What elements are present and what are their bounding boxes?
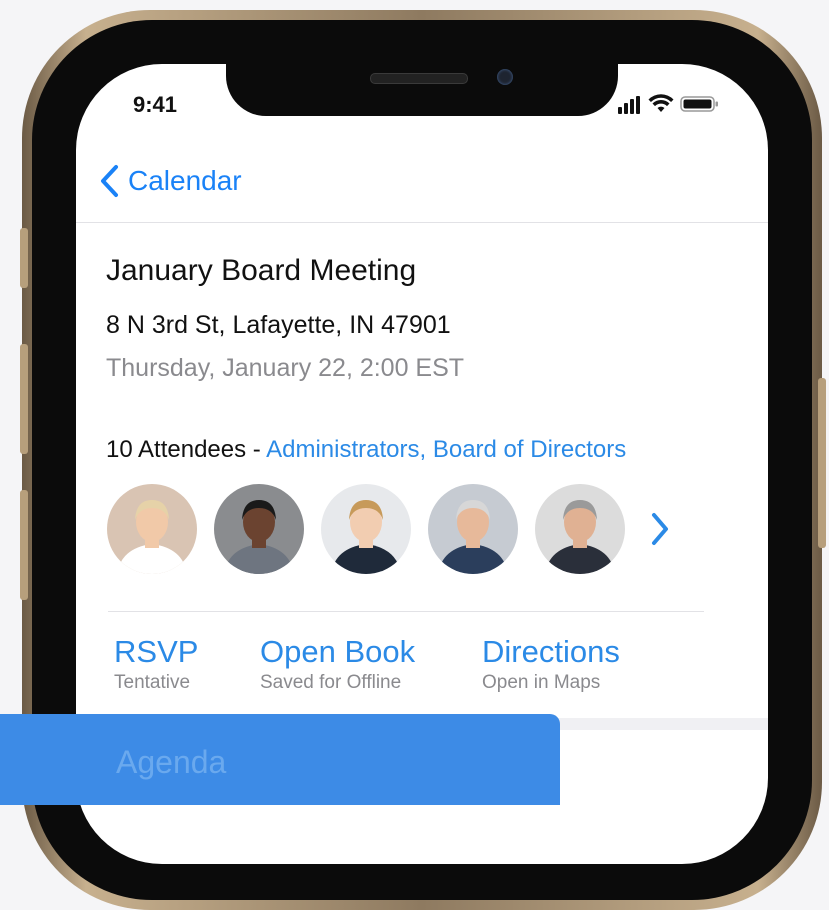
- rsvp-action[interactable]: RSVP Tentative: [114, 634, 198, 694]
- notch: [226, 60, 618, 116]
- volume-down-button: [20, 490, 28, 600]
- attendee-avatars: [107, 484, 625, 574]
- back-label: Calendar: [128, 165, 242, 196]
- attendee-avatar[interactable]: [428, 484, 518, 574]
- status-time: 9:41: [133, 92, 178, 117]
- agenda-label: Agenda: [116, 744, 227, 780]
- attendee-avatar[interactable]: [321, 484, 411, 574]
- attendee-avatar[interactable]: [107, 484, 197, 574]
- silent-switch: [20, 228, 28, 288]
- status-icons: [618, 94, 720, 114]
- actions-divider: [108, 611, 704, 612]
- attendee-count: 10 Attendees -: [106, 436, 267, 463]
- attendee-avatar[interactable]: [535, 484, 625, 574]
- power-button: [818, 378, 826, 548]
- directions-status: Open in Maps: [482, 672, 601, 693]
- attendee-avatar[interactable]: [214, 484, 304, 574]
- chevron-right-icon[interactable]: [650, 512, 670, 546]
- event-address[interactable]: 8 N 3rd St, Lafayette, IN 47901: [106, 311, 451, 340]
- agenda-panel[interactable]: [0, 714, 560, 805]
- open-book-status: Saved for Offline: [260, 672, 402, 693]
- attendee-groups-link[interactable]: Administrators, Board of Directors: [266, 436, 626, 463]
- battery-icon: [680, 96, 718, 112]
- speaker: [370, 73, 468, 84]
- signal-icon: [618, 96, 642, 114]
- attendees-summary: 10 Attendees - Administrators, Board of …: [106, 436, 626, 464]
- open-book-action[interactable]: Open Book Saved for Offline: [260, 634, 415, 694]
- event-title: January Board Meeting: [106, 254, 417, 287]
- event-datetime: Thursday, January 22, 2:00 EST: [106, 354, 465, 382]
- rsvp-label: RSVP: [114, 634, 199, 669]
- directions-label: Directions: [482, 634, 620, 669]
- open-book-label: Open Book: [260, 634, 416, 669]
- nav-divider: [76, 222, 768, 223]
- wifi-icon: [648, 94, 674, 112]
- rsvp-status: Tentative: [114, 672, 191, 693]
- directions-action[interactable]: Directions Open in Maps: [482, 634, 620, 694]
- chevron-left-icon: [101, 165, 118, 197]
- front-camera: [497, 69, 513, 85]
- back-button[interactable]: Calendar: [98, 164, 242, 198]
- volume-up-button: [20, 344, 28, 454]
